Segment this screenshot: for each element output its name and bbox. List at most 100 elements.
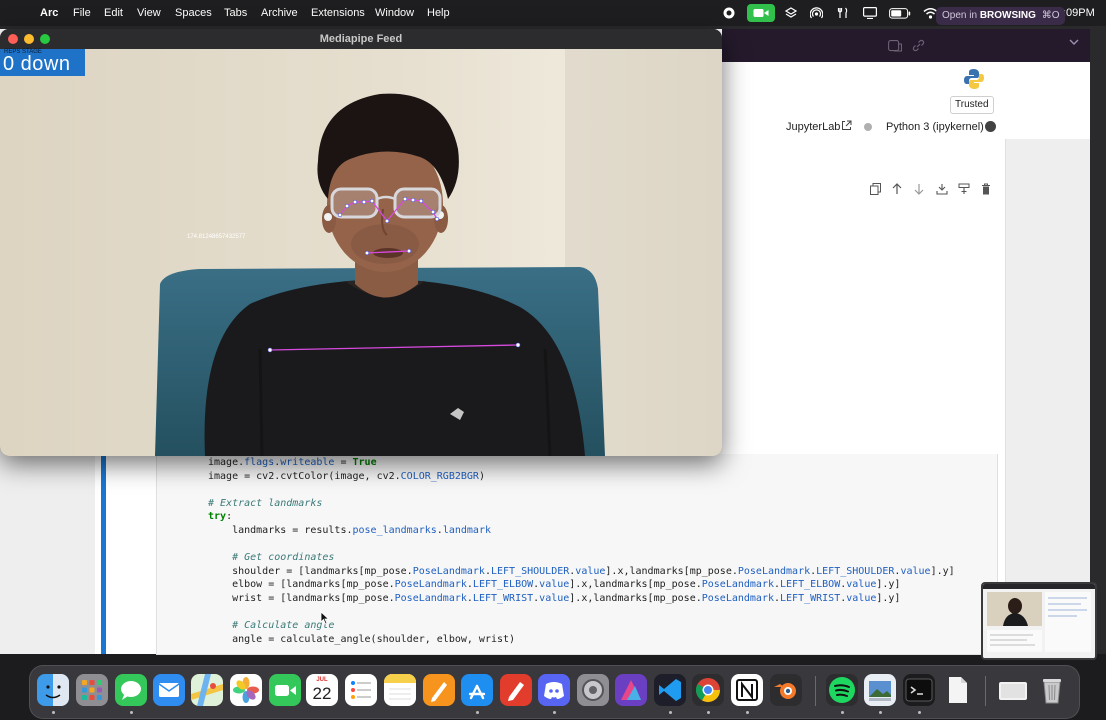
- running-indicator: [745, 711, 749, 714]
- dock-photos-icon[interactable]: [230, 674, 262, 706]
- dock-downloads-icon[interactable]: [997, 674, 1029, 706]
- utensils-icon[interactable]: [836, 5, 850, 21]
- code-line[interactable]: # Calculate angle: [208, 619, 334, 633]
- minimize-icon[interactable]: [24, 34, 34, 44]
- code-line[interactable]: # Extract landmarks: [208, 497, 322, 511]
- kernel-name[interactable]: Python 3 (ipykernel): [886, 121, 984, 133]
- capture-icon[interactable]: [888, 39, 903, 57]
- rep-stage-box: REPS STAGE 0 down: [0, 49, 85, 76]
- running-indicator: [917, 711, 921, 714]
- code-line[interactable]: landmarks = results.pose_landmarks.landm…: [208, 524, 491, 538]
- menu-extensions[interactable]: Extensions: [311, 6, 365, 20]
- code-token: PoseLandmark: [701, 593, 774, 604]
- airdrop-icon[interactable]: [809, 5, 823, 21]
- dock-reminders-icon[interactable]: [345, 674, 377, 706]
- code-token: ].x,landmarks[mp_pose.: [605, 565, 738, 577]
- dock-mail-icon[interactable]: [153, 674, 185, 706]
- code-line[interactable]: angle = calculate_angle(shoulder, elbow,…: [208, 633, 515, 647]
- move-up-icon[interactable]: [888, 180, 906, 198]
- record-icon[interactable]: [722, 5, 736, 21]
- jupyterlab-link[interactable]: JupyterLab: [786, 121, 840, 133]
- browser-toolbar: [722, 29, 1090, 62]
- code-line[interactable]: elbow = [landmarks[mp_pose.PoseLandmark.…: [208, 578, 900, 592]
- code-token: ].y]: [876, 593, 901, 604]
- code-line[interactable]: image.flags.writeable = True: [208, 456, 377, 470]
- insert-below-icon[interactable]: [955, 180, 973, 198]
- chevron-down-icon[interactable]: [1069, 38, 1079, 49]
- dock-separator: [985, 676, 986, 706]
- external-link-icon[interactable]: [841, 120, 852, 134]
- insert-above-icon[interactable]: [933, 180, 951, 198]
- dock-calendar-icon[interactable]: JUL 22: [306, 674, 338, 706]
- display-icon[interactable]: [862, 5, 878, 21]
- mediapipe-titlebar[interactable]: Mediapipe Feed: [0, 29, 722, 49]
- battery-icon[interactable]: [889, 5, 911, 21]
- code-line[interactable]: shoulder = [landmarks[mp_pose. PoseLandma…: [208, 565, 955, 579]
- dock-document-icon[interactable]: [941, 674, 973, 706]
- camera-feed: [0, 49, 722, 456]
- trusted-badge[interactable]: Trusted: [950, 96, 994, 114]
- dock-trash-icon[interactable]: [1036, 674, 1068, 706]
- dock-vscode-icon[interactable]: [654, 674, 686, 706]
- dock-pages-icon[interactable]: [423, 674, 455, 706]
- close-icon[interactable]: [8, 34, 18, 44]
- layers-icon[interactable]: [784, 5, 798, 21]
- code-token: ].y]: [876, 579, 901, 591]
- dock-notion-icon[interactable]: [731, 674, 763, 706]
- menu-app-name[interactable]: Arc: [40, 6, 58, 20]
- screen-recording-thumbnail[interactable]: [981, 582, 1097, 660]
- menu-help[interactable]: Help: [427, 6, 450, 20]
- dock-pencil-app-icon[interactable]: [500, 674, 532, 706]
- menu-tabs[interactable]: Tabs: [224, 6, 247, 20]
- running-indicator: [129, 711, 133, 714]
- code-line[interactable]: wrist = [landmarks[mp_pose.PoseLandmark.…: [208, 592, 900, 606]
- open-in-target: BROWSING: [979, 10, 1036, 21]
- dock-notes-icon[interactable]: [384, 674, 416, 706]
- code-line[interactable]: image = cv2.cvtColor(image, cv2.COLOR_RG…: [208, 470, 485, 484]
- mouse-cursor-icon: [320, 611, 330, 630]
- dock-finder-icon[interactable]: [37, 674, 69, 706]
- code-token: # Get coordinates: [208, 552, 335, 564]
- dock-blender-icon[interactable]: [770, 674, 802, 706]
- window-title: Mediapipe Feed: [319, 33, 403, 45]
- code-line[interactable]: try:: [208, 510, 232, 524]
- menu-archive[interactable]: Archive: [261, 6, 298, 20]
- menu-window[interactable]: Window: [375, 6, 414, 20]
- link-icon[interactable]: [912, 39, 925, 57]
- code-token: LEFT_SHOULDER: [816, 565, 895, 577]
- dock-launchpad-icon[interactable]: [76, 674, 108, 706]
- open-in-browsing-button[interactable]: Open in BROWSING ⌘O: [936, 7, 1066, 25]
- code-token: shoulder = [landmarks[mp_pose.: [208, 565, 413, 577]
- code-token: wrist = [landmarks[mp_pose.: [208, 593, 395, 604]
- dock-app-store-icon[interactable]: [461, 674, 493, 706]
- menu-edit[interactable]: Edit: [104, 6, 123, 20]
- status-dot-icon: [864, 123, 872, 131]
- duplicate-cell-icon[interactable]: [866, 180, 884, 198]
- code-token: LEFT_WRIST: [472, 593, 534, 604]
- code-line[interactable]: # Get coordinates: [208, 551, 334, 565]
- dock-discord-icon[interactable]: [538, 674, 570, 706]
- dock-maps-icon[interactable]: [191, 674, 223, 706]
- move-down-icon[interactable]: [910, 180, 928, 198]
- dock-terminal-icon[interactable]: [903, 674, 935, 706]
- menu-file[interactable]: File: [73, 6, 91, 20]
- running-indicator: [51, 711, 55, 714]
- code-token: value: [900, 565, 931, 577]
- menu-view[interactable]: View: [137, 6, 161, 20]
- dock-system-settings-icon[interactable]: [577, 674, 609, 706]
- dock-spotify-icon[interactable]: [826, 674, 858, 706]
- delete-cell-icon[interactable]: [977, 180, 995, 198]
- dock-preview-icon[interactable]: [864, 674, 896, 706]
- camera-in-use-icon[interactable]: [747, 4, 775, 22]
- code-token: PoseLandmark: [737, 565, 811, 577]
- zoom-icon[interactable]: [40, 34, 50, 44]
- dock-chrome-icon[interactable]: [692, 674, 724, 706]
- code-token: ].x,landmarks[mp_pose.: [569, 593, 702, 604]
- dock-messages-icon[interactable]: [115, 674, 147, 706]
- code-token: elbow = [landmarks[mp_pose.: [208, 579, 395, 591]
- menu-spaces[interactable]: Spaces: [175, 6, 212, 20]
- code-token: value: [539, 593, 570, 604]
- code-token: angle = calculate_angle(shoulder, elbow,…: [208, 633, 516, 645]
- dock-facetime-icon[interactable]: [269, 674, 301, 706]
- dock-affinity-icon[interactable]: [615, 674, 647, 706]
